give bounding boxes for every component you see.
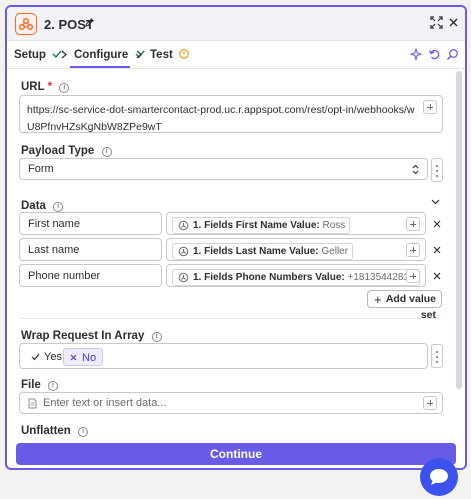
payload-type-label: Payload Type i xyxy=(21,145,112,157)
data-key-input[interactable]: Phone number xyxy=(19,264,162,287)
continue-button[interactable]: Continue xyxy=(16,443,456,465)
step-editor-panel: 2. POST Setup Configure Test URL * i htt… xyxy=(5,5,467,470)
info-icon[interactable]: i xyxy=(48,381,59,391)
tab-test[interactable]: Test xyxy=(150,49,189,61)
panel-header: 2. POST xyxy=(7,7,465,41)
active-tab-indicator xyxy=(70,66,130,68)
warning-icon xyxy=(179,49,189,59)
insert-data-button[interactable] xyxy=(406,243,420,257)
scrollbar[interactable] xyxy=(456,71,462,389)
data-key-input[interactable]: Last name xyxy=(19,238,162,261)
tab-label: Test xyxy=(150,49,173,61)
url-field[interactable]: https://sc-service-dot-smartercontact-pr… xyxy=(19,95,443,133)
info-icon[interactable]: i xyxy=(59,83,70,93)
unflatten-label: Unflatten i xyxy=(21,425,89,437)
tab-label: Configure xyxy=(74,49,129,61)
remove-row-icon[interactable] xyxy=(429,238,445,262)
chevron-updown-icon xyxy=(412,164,419,175)
chevron-right-icon xyxy=(136,50,142,59)
info-icon[interactable]: i xyxy=(53,202,64,212)
url-value[interactable]: https://sc-service-dot-smartercontact-pr… xyxy=(27,102,417,136)
remove-row-icon[interactable] xyxy=(429,264,445,288)
remove-row-icon[interactable] xyxy=(429,212,445,236)
info-icon[interactable]: i xyxy=(78,427,89,437)
step-tabs: Setup Configure Test xyxy=(7,41,465,69)
insert-data-button[interactable] xyxy=(423,100,437,114)
sparkle-icon[interactable] xyxy=(410,48,423,61)
info-icon[interactable]: i xyxy=(151,332,162,342)
toggle-yes-option[interactable]: Yes xyxy=(26,348,68,366)
insert-data-button[interactable] xyxy=(406,217,420,231)
tab-configure[interactable]: Configure xyxy=(74,49,145,61)
x-icon xyxy=(70,354,77,361)
toggle-no-option[interactable]: No xyxy=(63,348,104,366)
insert-data-button[interactable] xyxy=(406,269,420,283)
field-mapping-pill[interactable]: 1. Fields Last Name Value: Geller xyxy=(172,243,354,260)
file-input[interactable]: Enter text or insert data... xyxy=(19,392,443,414)
file-label: File i xyxy=(21,379,59,391)
payload-type-select[interactable]: Form xyxy=(19,158,428,180)
chat-icon xyxy=(430,469,448,485)
info-icon[interactable]: i xyxy=(101,147,112,157)
close-icon[interactable] xyxy=(449,18,458,27)
insert-data-button[interactable] xyxy=(423,396,437,410)
chevron-down-icon[interactable] xyxy=(431,199,440,205)
wrap-request-label: Wrap Request In Array i xyxy=(21,330,162,342)
field-mapping-pill[interactable]: 1. Fields Phone Numbers Value: +18135442… xyxy=(172,269,420,286)
field-mapping-pill[interactable]: 1. Fields First Name Value: Ross xyxy=(172,217,351,234)
more-options-button[interactable] xyxy=(431,344,443,368)
search-icon[interactable] xyxy=(446,48,459,61)
data-value-input[interactable]: 1. Fields Last Name Value: Geller xyxy=(166,238,426,261)
webhook-icon xyxy=(178,246,189,257)
section-divider xyxy=(21,318,441,319)
tab-setup[interactable]: Setup xyxy=(14,49,62,61)
data-label: Data i xyxy=(21,200,64,212)
document-icon xyxy=(28,398,37,409)
data-value-input[interactable]: 1. Fields First Name Value: Ross xyxy=(166,212,426,235)
configure-form[interactable]: URL * i https://sc-service-dot-smarterco… xyxy=(7,69,465,439)
plus-icon: + xyxy=(374,292,382,307)
wrap-request-toggle[interactable]: Yes No xyxy=(19,343,428,369)
webhook-icon xyxy=(178,220,189,231)
expand-icon[interactable] xyxy=(430,16,443,29)
chevron-right-icon xyxy=(61,50,67,59)
pencil-icon[interactable] xyxy=(84,17,95,28)
webhook-icon xyxy=(15,13,37,35)
data-key-input[interactable]: First name xyxy=(19,212,162,235)
undo-icon[interactable] xyxy=(428,48,441,61)
tab-label: Setup xyxy=(14,49,46,61)
check-icon xyxy=(31,353,40,361)
chat-widget-button[interactable] xyxy=(420,458,458,496)
url-label: URL * i xyxy=(21,81,70,93)
data-value-input[interactable]: 1. Fields Phone Numbers Value: +18135442… xyxy=(166,264,426,287)
more-options-button[interactable] xyxy=(431,158,443,182)
webhook-icon xyxy=(178,272,189,283)
add-value-set-button[interactable]: + Add value set xyxy=(367,290,442,321)
